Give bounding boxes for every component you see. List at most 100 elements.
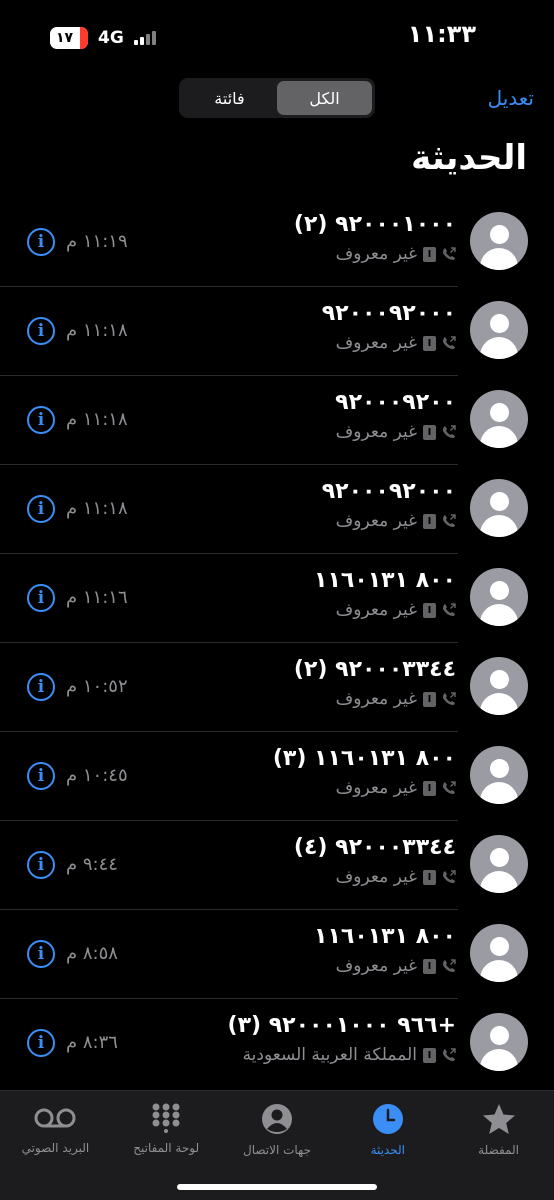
outgoing-call-icon [443, 870, 456, 883]
contact-avatar-icon [470, 390, 528, 448]
contact-avatar-icon [470, 835, 528, 893]
call-subline: I غير معروف [336, 956, 456, 976]
call-subline: I غير معروف [336, 689, 456, 709]
contact-avatar-icon [470, 746, 528, 804]
call-number: ٩٢٠٠٠٣٣٤٤ (٢) [293, 657, 456, 682]
home-indicator[interactable] [177, 1184, 377, 1190]
call-time: ١١:١٩ م [66, 231, 128, 252]
outgoing-call-icon [443, 336, 456, 349]
edit-button[interactable]: تعديل [488, 86, 534, 110]
call-subline: I غير معروف [336, 778, 456, 798]
segment-all[interactable]: الكل [277, 81, 372, 115]
segment-missed[interactable]: فائتة [182, 81, 277, 115]
call-time: ١١:١٨ م [66, 498, 128, 519]
battery-level: ١٧ [56, 30, 74, 46]
call-row[interactable]: ٩٢٠٠٠٩٢٠٠٠ I غير معروف ١١:١٨ م i [0, 287, 554, 376]
info-icon[interactable]: i [27, 317, 55, 345]
info-icon[interactable]: i [27, 1029, 55, 1057]
call-row[interactable]: ٩٢٠٠٠٩٢٠٠٠ I غير معروف ١١:١٨ م i [0, 465, 554, 554]
call-time: ١١:١٨ م [66, 320, 128, 341]
contact-avatar-icon [470, 301, 528, 359]
sim-line-icon: I [423, 1047, 436, 1063]
tab-voicemail[interactable]: البريد الصوتي [0, 1091, 111, 1200]
caller-label: غير معروف [335, 689, 417, 709]
call-subline: I غير معروف [336, 333, 456, 353]
call-number: ٨٠٠ ١١٦٠١٣١ [314, 568, 456, 593]
sim-line-icon: I [423, 602, 436, 618]
network-type: 4G [98, 28, 124, 48]
outgoing-call-icon [443, 692, 456, 705]
call-row[interactable]: ٨٠٠ ١١٦٠١٣١ I غير معروف ٨:٥٨ م i [0, 910, 554, 999]
tab-bar: البريد الصوتي لوحة المفاتيح جهات الاتصال… [0, 1090, 554, 1200]
info-icon[interactable]: i [27, 495, 55, 523]
info-icon[interactable]: i [27, 228, 55, 256]
contact-avatar-icon [470, 1013, 528, 1071]
outgoing-call-icon [443, 514, 456, 527]
contact-avatar-icon [470, 657, 528, 715]
call-time: ٩:٤٤ م [66, 854, 118, 875]
call-row[interactable]: +٩٦٦ ٩٢٠٠٠١٠٠٠ (٣) I المملكة العربية الس… [0, 999, 554, 1088]
contacts-icon [261, 1104, 292, 1134]
caller-label: غير معروف [335, 600, 417, 620]
tab-label: المفضلة [478, 1143, 519, 1157]
call-row[interactable]: ٨٠٠ ١١٦٠١٣١ (٣) I غير معروف ١٠:٤٥ م i [0, 732, 554, 821]
signal-strength-icon [133, 31, 156, 45]
call-row[interactable]: ٩٢٠٠٠٣٣٤٤ (٢) I غير معروف ١٠:٥٢ م i [0, 643, 554, 732]
sim-line-icon: I [423, 513, 436, 529]
sim-line-icon: I [423, 246, 436, 262]
recents-clock-icon [372, 1104, 403, 1134]
info-icon[interactable]: i [27, 762, 55, 790]
outgoing-call-icon [443, 781, 456, 794]
contact-avatar-icon [470, 212, 528, 270]
sim-line-icon: I [423, 780, 436, 796]
favorites-star-icon [482, 1104, 515, 1134]
tab-label: لوحة المفاتيح [133, 1141, 200, 1155]
call-row[interactable]: ٩٢٠٠٠٣٣٤٤ (٤) I غير معروف ٩:٤٤ م i [0, 821, 554, 910]
caller-label: غير معروف [335, 333, 417, 353]
call-number: ٩٢٠٠٠٩٢٠٠ [335, 390, 456, 415]
info-icon[interactable]: i [27, 406, 55, 434]
tab-label: البريد الصوتي [21, 1141, 90, 1155]
call-subline: I غير معروف [336, 244, 456, 264]
call-row[interactable]: ٩٢٠٠٠١٠٠٠ (٢) I غير معروف ١١:١٩ م i [0, 198, 554, 287]
call-subline: I غير معروف [336, 867, 456, 887]
outgoing-call-icon [443, 1048, 456, 1061]
tab-favorites[interactable]: المفضلة [443, 1091, 554, 1200]
call-number: ٩٢٠٠٠١٠٠٠ (٢) [293, 212, 456, 237]
call-time: ٨:٣٦ م [66, 1032, 118, 1053]
info-icon[interactable]: i [27, 584, 55, 612]
call-row[interactable]: ٩٢٠٠٠٩٢٠٠ I غير معروف ١١:١٨ م i [0, 376, 554, 465]
caller-label: غير معروف [335, 511, 417, 531]
call-time: ٨:٥٨ م [66, 943, 118, 964]
caller-label: المملكة العربية السعودية [242, 1045, 417, 1065]
call-subline: I غير معروف [336, 511, 456, 531]
info-icon[interactable]: i [27, 673, 55, 701]
caller-label: غير معروف [335, 778, 417, 798]
outgoing-call-icon [443, 247, 456, 260]
contact-avatar-icon [470, 568, 528, 626]
keypad-icon [152, 1103, 180, 1133]
status-bar: ١٧ 4G ١١:٣٣ [0, 0, 554, 75]
status-time: ١١:٣٣ [407, 20, 476, 48]
call-time: ١١:١٨ م [66, 409, 128, 430]
tab-label: جهات الاتصال [242, 1143, 311, 1157]
call-row[interactable]: ٨٠٠ ١١٦٠١٣١ I غير معروف ١١:١٦ م i [0, 554, 554, 643]
outgoing-call-icon [443, 959, 456, 972]
info-icon[interactable]: i [27, 940, 55, 968]
caller-label: غير معروف [335, 867, 417, 887]
call-number: ٩٢٠٠٠٣٣٤٤ (٤) [293, 835, 456, 860]
sim-line-icon: I [423, 335, 436, 351]
page-title: الحديثة [411, 138, 527, 178]
call-subline: I غير معروف [336, 600, 456, 620]
info-icon[interactable]: i [27, 851, 55, 879]
filter-segmented-control: فائتة الكل [179, 78, 375, 118]
outgoing-call-icon [443, 425, 456, 438]
call-number: ٨٠٠ ١١٦٠١٣١ (٣) [272, 746, 456, 771]
call-time: ١٠:٥٢ م [66, 676, 128, 697]
recent-calls-list: ٩٢٠٠٠١٠٠٠ (٢) I غير معروف ١١:١٩ م i ٩٢٠٠… [0, 198, 554, 1088]
contact-avatar-icon [470, 479, 528, 537]
call-time: ١٠:٤٥ م [66, 765, 128, 786]
outgoing-call-icon [443, 603, 456, 616]
call-number: +٩٦٦ ٩٢٠٠٠١٠٠٠ (٣) [227, 1013, 456, 1038]
sim-line-icon: I [423, 424, 436, 440]
